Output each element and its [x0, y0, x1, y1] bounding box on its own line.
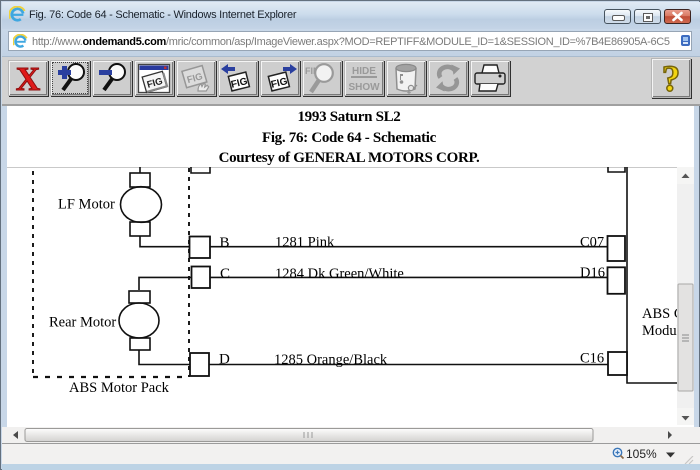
- svg-text:Rear Motor: Rear Motor: [49, 315, 116, 331]
- svg-text:C07: C07: [580, 235, 604, 251]
- svg-text:LF Motor: LF Motor: [58, 197, 115, 213]
- svg-text:ABS Control: ABS Control: [642, 306, 677, 322]
- svg-text:D: D: [219, 352, 230, 368]
- svg-text:1285 Orange/Black: 1285 Orange/Black: [274, 352, 388, 368]
- svg-text:Module: Module: [642, 323, 677, 339]
- svg-text:?: ?: [662, 59, 681, 97]
- svg-text:1284 Dk Green/White: 1284 Dk Green/White: [275, 266, 404, 282]
- svg-text:1281 Pink: 1281 Pink: [275, 235, 335, 251]
- svg-text:D16: D16: [580, 265, 605, 281]
- svg-text:C: C: [220, 266, 230, 282]
- svg-text:X: X: [16, 61, 41, 95]
- svg-text:HIDE: HIDE: [352, 66, 376, 77]
- svg-text:SHOW: SHOW: [348, 82, 380, 93]
- svg-text:ABS Motor Pack: ABS Motor Pack: [69, 380, 170, 396]
- svg-text:B: B: [220, 235, 230, 251]
- svg-text:C16: C16: [580, 351, 604, 367]
